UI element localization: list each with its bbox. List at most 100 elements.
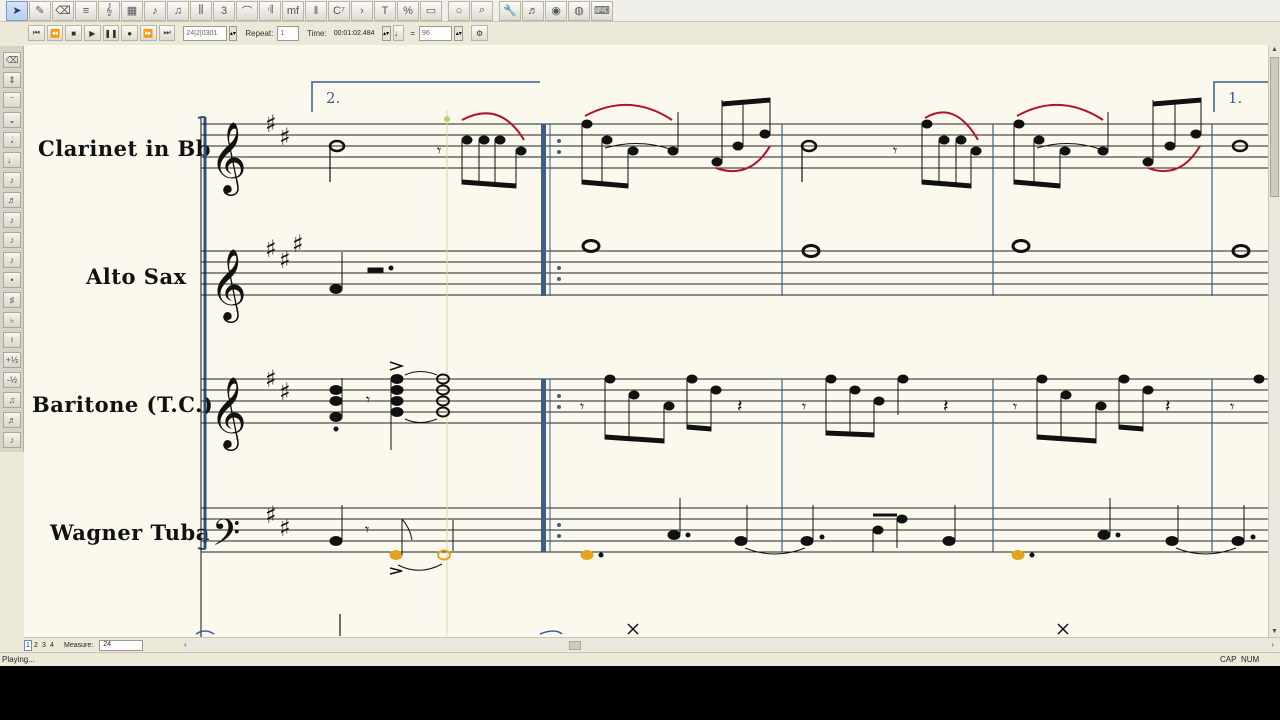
tempo-note-icon[interactable]: ♩ [392, 25, 405, 41]
forward-end-icon[interactable]: ⏭ [158, 25, 176, 41]
simple-entry-icon[interactable]: ♪ [144, 0, 166, 21]
pencil-tool-icon[interactable]: ✎ [29, 0, 51, 21]
record-icon[interactable]: ● [121, 25, 139, 41]
rewind-icon[interactable]: ⏪ [46, 25, 64, 41]
chord-tool-icon[interactable]: ⫼ [190, 0, 212, 21]
svg-text:𝄽: 𝄽 [1165, 396, 1171, 417]
wrench-tool-icon[interactable]: 🔧 [499, 0, 521, 21]
treble-clef-icon: 𝄞 [210, 120, 247, 196]
score-canvas[interactable]: Clarinet in Bb Alto Sax Baritone (T.C.) … [24, 45, 1268, 637]
svg-text:𝄾: 𝄾 [1013, 397, 1017, 416]
sound-tool-icon[interactable]: ◉ [545, 0, 567, 21]
repeat-tool-icon[interactable]: 𝄇 [259, 0, 281, 21]
pause-icon[interactable]: ❚❚ [102, 25, 120, 41]
dot-icon[interactable]: • [3, 272, 21, 288]
svg-text:𝄾: 𝄾 [802, 397, 806, 416]
tie-icon[interactable]: ♫ [3, 392, 21, 408]
half-note-icon[interactable]: 𝅗𝅥 [3, 132, 21, 148]
page-tab-3[interactable]: 3 [40, 640, 48, 651]
page-tab-2[interactable]: 2 [32, 640, 40, 651]
horizontal-scrollbar[interactable]: ‹ › [184, 640, 1274, 651]
smart-shape-icon[interactable]: ⌒ [236, 0, 258, 21]
tempo-value-spinner[interactable]: ▴▾ [454, 25, 464, 41]
scroll-up-icon[interactable]: ▲ [1270, 45, 1279, 54]
thirtysecond-note-icon[interactable]: ♪ [3, 212, 21, 228]
keyboard-tool-icon[interactable]: ⌨ [591, 0, 613, 21]
svg-text:♯: ♯ [279, 514, 291, 542]
play-icon[interactable]: ▶ [84, 25, 101, 41]
horizontal-scroll-thumb[interactable] [569, 641, 581, 650]
position-spinner[interactable]: ▴▾ [228, 25, 238, 41]
svg-text:𝄾: 𝄾 [437, 141, 441, 160]
barline-tool-icon[interactable]: ‖ [305, 0, 327, 21]
eighth-note-icon[interactable]: ♪ [3, 172, 21, 188]
stop-icon[interactable]: ■ [65, 25, 83, 41]
eraser-palette-icon[interactable]: ⌫ [3, 52, 21, 68]
ending-2-label: 2. [326, 89, 340, 107]
expression-tool-icon[interactable]: mf [282, 0, 304, 21]
position-field[interactable]: 24|2|0301 [183, 25, 227, 41]
staff-tool-icon[interactable]: ≡ [75, 0, 97, 21]
status-text: Playing... [2, 655, 35, 664]
svg-text:𝄾: 𝄾 [365, 520, 369, 539]
quarter-note-icon[interactable]: ♩ [3, 152, 21, 168]
vertical-scroll-thumb[interactable] [1270, 57, 1279, 197]
soundfont-tool-icon[interactable]: ◍ [568, 0, 590, 21]
repeat-start-barline [541, 124, 561, 552]
clarinet-notes: 𝄾 𝄾 [328, 97, 1249, 189]
tuplet-icon[interactable]: ♬ [3, 412, 21, 428]
vertical-scrollbar[interactable]: ▲ ▼ [1268, 45, 1280, 637]
select-tool-icon[interactable]: ➤ [6, 0, 28, 21]
half-step-down-icon[interactable]: -½ [3, 372, 21, 388]
percent-tool-icon[interactable]: % [397, 0, 419, 21]
finale-notepad-window: ➤ ✎ ⌫ ≡ 𝄞 ▦ ♪ ♫ ⫼ 3 ⌒ 𝄇 mf ‖ C⁷ › T % ▭ … [0, 0, 1280, 666]
grace-note-icon[interactable]: ♪ [3, 252, 21, 268]
zoom-tool-icon[interactable]: ⌕ [471, 0, 493, 21]
note-up-icon[interactable]: ⇕ [3, 72, 21, 88]
staff-baritone [201, 378, 1268, 424]
flat-icon[interactable]: ♭ [3, 312, 21, 328]
tempo-field[interactable]: 96 [419, 25, 453, 41]
repeat-label: Repeat: [245, 28, 274, 38]
articulation-tool-icon[interactable]: › [351, 0, 373, 21]
natural-icon[interactable]: ♮ [3, 332, 21, 348]
page-layout-icon[interactable]: ▭ [420, 0, 442, 21]
repeat-select[interactable]: 1 [277, 25, 299, 41]
text-tool-icon[interactable]: T [374, 0, 396, 21]
midi-tool-icon[interactable]: ♬ [522, 0, 544, 21]
fast-forward-icon[interactable]: ⏩ [140, 25, 157, 41]
voice-icon[interactable]: ♪ [3, 432, 21, 448]
playback-settings-icon[interactable]: ⚙ [471, 25, 488, 41]
chord-symbol-icon[interactable]: C⁷ [328, 0, 350, 21]
clef-tool-icon[interactable]: 𝄞 [98, 0, 120, 21]
sixteenth-note-icon[interactable]: ♬ [3, 192, 21, 208]
status-bar: Playing... CAP NUM [0, 652, 1280, 666]
hand-grabber-icon[interactable]: ○ [448, 0, 470, 21]
measure-tool-icon[interactable]: ▦ [121, 0, 143, 21]
sharp-icon[interactable]: ♯ [3, 292, 21, 308]
eraser-tool-icon[interactable]: ⌫ [52, 0, 74, 21]
tuplet-tool-icon[interactable]: 3 [213, 0, 235, 21]
whole-note-icon[interactable]: 𝅝 [3, 112, 21, 128]
main-toolbar: ➤ ✎ ⌫ ≡ 𝄞 ▦ ♪ ♫ ⫼ 3 ⌒ 𝄇 mf ‖ C⁷ › T % ▭ … [0, 0, 1280, 22]
num-lock-indicator: NUM [1241, 655, 1260, 664]
instrument-name-baritone: Baritone (T.C.) [32, 392, 213, 417]
sixtyfourth-note-icon[interactable]: ♪ [3, 232, 21, 248]
page-tab-1[interactable]: 1 [24, 639, 32, 651]
page-tab-4[interactable]: 4 [48, 640, 56, 651]
half-step-up-icon[interactable]: +½ [3, 352, 21, 368]
treble-clef-icon: 𝄞 [210, 247, 247, 323]
scroll-left-icon[interactable]: ‹ [184, 640, 187, 649]
svg-text:♯: ♯ [265, 110, 277, 138]
staff-alto-sax [201, 250, 1268, 296]
scroll-right-icon[interactable]: › [1271, 640, 1274, 649]
measure-input[interactable]: 24 [99, 639, 144, 651]
measure-rest-icon[interactable]: 𝄻 [3, 92, 21, 108]
baritone-notes: 𝄾 𝄾 𝄽 𝄾 � [329, 361, 1265, 450]
instrument-name-wagner-tuba: Wagner Tuba [49, 520, 210, 545]
speedy-entry-icon[interactable]: ♫ [167, 0, 189, 21]
treble-clef-icon: 𝄞 [210, 375, 247, 451]
scroll-down-icon[interactable]: ▼ [1270, 627, 1279, 636]
rewind-start-icon[interactable]: ⏮ [28, 25, 45, 41]
tempo-spinner[interactable]: ▴▾ [381, 25, 391, 41]
